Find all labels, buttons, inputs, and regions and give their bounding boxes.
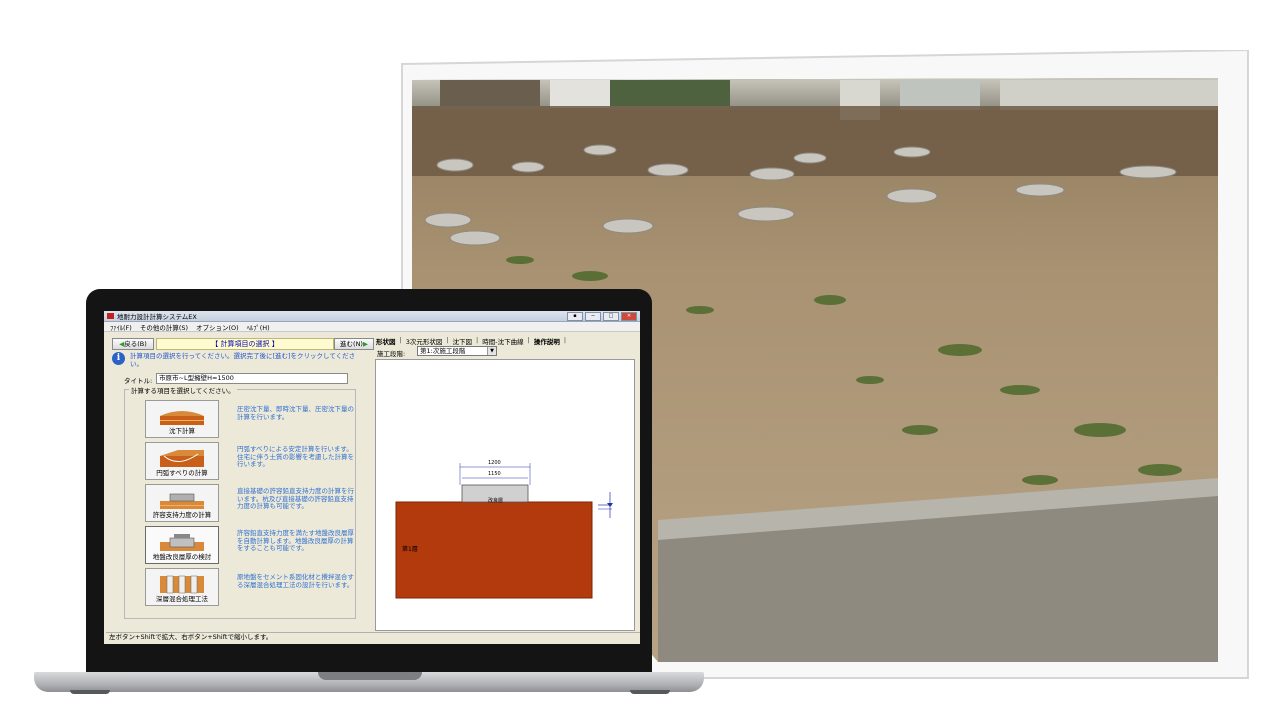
laptop-foot-right xyxy=(630,690,670,694)
tab-time-curve[interactable]: 時間-沈下曲線 xyxy=(482,336,523,346)
laptop-foot-left xyxy=(70,690,110,694)
app-window: 地耐力設計計算システムEX ▪ ─ □ ✕ ﾌｧｲﾙ(F) その他の計算(S) … xyxy=(104,311,640,644)
title-label: タイトル: xyxy=(124,377,153,385)
bearing-button[interactable]: 許容支持力度の計算 xyxy=(145,484,219,522)
back-button-label: 戻る(B) xyxy=(124,340,147,348)
deep-mixing-desc: 原地盤をセメント系固化材と攪拌混合する深層混合処理工法の設計を行います。 xyxy=(237,573,354,589)
bearing-capacity-icon xyxy=(160,493,204,509)
chevron-down-icon[interactable]: ▼ xyxy=(487,347,496,355)
ground-improvement-button[interactable]: 地盤改良層厚の検討 xyxy=(145,526,219,564)
stage-select[interactable]: 第1:次施工段階 ▼ xyxy=(417,346,497,356)
tab-instructions[interactable]: 操作説明 xyxy=(534,336,560,346)
slip-circle-desc: 円弧すべりによる安定計算を行います。住宅に伴う土質の影響を考慮した計算を行います… xyxy=(237,445,354,468)
calc-item-ground-improvement[interactable]: 地盤改良層厚の検討 xyxy=(145,526,219,564)
slip-circle-button[interactable]: 円弧すべりの計算 xyxy=(145,442,219,480)
soil-layer-label: 第1層 xyxy=(402,545,418,553)
deep-mixing-icon xyxy=(160,575,204,594)
left-panel: ◀戻る(B) 【 計算項目の選択 】 進む(N)▶ i 計算項目の選択を行ってく… xyxy=(108,335,374,631)
shape-diagram: 第1層 改良層 1200 1150 xyxy=(375,359,635,631)
slip-circle-label: 円弧すべりの計算 xyxy=(156,469,208,477)
calc-item-slip-circle[interactable]: 円弧すべりの計算 xyxy=(145,442,219,480)
tab-settlement[interactable]: 沈下図 xyxy=(453,336,473,346)
deep-mixing-button[interactable]: 深層混合処理工法 xyxy=(145,568,219,606)
view-tabs: 形状図 | 3次元形状図 | 沈下図 | 時間-沈下曲線 | 操作説明 | xyxy=(376,336,567,346)
settlement-button[interactable]: 沈下計算 xyxy=(145,400,219,438)
info-icon: i xyxy=(112,352,125,365)
instruction-text: 計算項目の選択を行ってください。選択完了後に[進む]をクリックしてください。 xyxy=(130,352,356,368)
maximize-button[interactable]: □ xyxy=(603,311,619,321)
improved-layer-label: 改良層 xyxy=(488,497,503,504)
deep-mixing-label: 深層混合処理工法 xyxy=(156,595,208,603)
ground-improvement-label: 地盤改良層厚の検討 xyxy=(152,553,212,561)
window-extra-button[interactable]: ▪ xyxy=(567,311,583,321)
next-arrow-icon: ▶ xyxy=(362,340,368,348)
title-input[interactable]: 市原市~L型擁壁H=1500 xyxy=(156,373,348,384)
calc-item-settlement[interactable]: 沈下計算 xyxy=(145,400,219,438)
slip-circle-icon xyxy=(160,450,204,467)
dim-top-label: 1200 xyxy=(488,460,501,466)
group-title: 計算する項目を選択してください。 xyxy=(129,385,237,395)
bearing-desc: 直接基礎の許容鉛直支持力度の計算を行います。杭及び直接基礎の許容鉛直支持力度の計… xyxy=(237,487,354,510)
tab-3d-shape[interactable]: 3次元形状図 xyxy=(406,336,443,346)
ground-improvement-desc: 許容鉛直支持力度を満たす地盤改良層厚を自動計算します。地盤改良層厚の計算をするこ… xyxy=(237,529,354,552)
laptop-notch xyxy=(318,672,422,680)
next-button-label: 進む(N) xyxy=(340,340,363,348)
calc-item-deep-mixing[interactable]: 深層混合処理工法 xyxy=(145,568,219,606)
settlement-icon xyxy=(160,411,204,425)
settlement-desc: 圧密沈下量、即時沈下量、圧密沈下量の計算を行います。 xyxy=(237,405,354,421)
menu-file[interactable]: ﾌｧｲﾙ(F) xyxy=(110,322,132,332)
back-button[interactable]: ◀戻る(B) xyxy=(112,338,154,350)
next-button[interactable]: 進む(N)▶ xyxy=(334,338,374,350)
status-bar: 左ボタン+Shiftで拡大、右ボタン+Shiftで縮小します。 xyxy=(106,632,640,642)
tab-shape[interactable]: 形状図 xyxy=(376,336,396,346)
menu-bar: ﾌｧｲﾙ(F) その他の計算(S) オプション(O) ﾍﾙﾌﾟ(H) xyxy=(104,322,640,332)
stage-select-value: 第1:次施工段階 xyxy=(420,347,466,355)
dim-inner-label: 1150 xyxy=(488,471,501,477)
close-button[interactable]: ✕ xyxy=(621,311,637,321)
bearing-label: 許容支持力度の計算 xyxy=(152,511,212,519)
app-icon xyxy=(107,313,114,319)
menu-help[interactable]: ﾍﾙﾌﾟ(H) xyxy=(247,322,270,332)
minimize-button[interactable]: ─ xyxy=(585,311,601,321)
ground-improvement-icon xyxy=(160,534,204,551)
window-titlebar: 地耐力設計計算システムEX ▪ ─ □ ✕ xyxy=(104,311,640,322)
shape-diagram-svg: 第1層 改良層 1200 1150 xyxy=(395,460,613,599)
menu-other-calc[interactable]: その他の計算(S) xyxy=(140,322,188,332)
window-title: 地耐力設計計算システムEX xyxy=(117,313,197,321)
calc-item-bearing[interactable]: 許容支持力度の計算 xyxy=(145,484,219,522)
menu-options[interactable]: オプション(O) xyxy=(196,322,239,332)
stage-label: 施工段階: xyxy=(377,350,406,358)
soil-layer-block xyxy=(395,501,593,599)
step-header: 【 計算項目の選択 】 xyxy=(156,338,334,350)
settlement-label: 沈下計算 xyxy=(169,427,195,435)
calc-items-group: 計算する項目を選択してください。 沈下計算 圧密沈下量、即時沈下量、圧密沈下量の… xyxy=(124,385,356,619)
